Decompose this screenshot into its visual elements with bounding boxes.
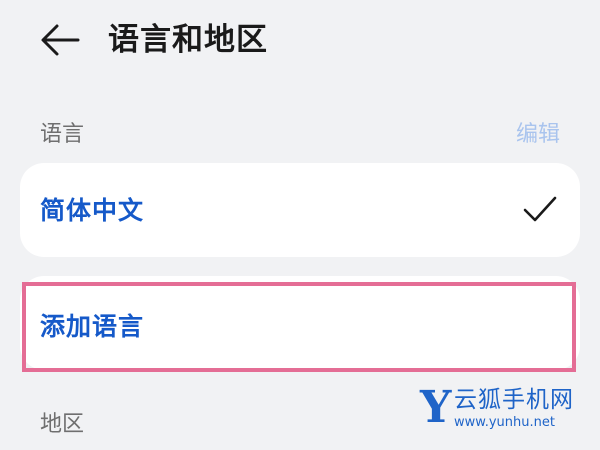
watermark-logo: Y 云狐手机网 www.yunhu.net — [420, 382, 580, 438]
edit-button[interactable]: 编辑 — [516, 120, 560, 150]
language-item-simplified-chinese[interactable]: 简体中文 — [20, 163, 580, 257]
language-section-label: 语言 — [40, 122, 85, 147]
checkmark-icon — [523, 196, 557, 222]
watermark-url: www.yunhu.net — [454, 415, 555, 430]
watermark-letter: Y — [420, 382, 452, 433]
back-button[interactable] — [36, 20, 84, 60]
region-section-label: 地区 — [40, 412, 85, 437]
language-item-label: 简体中文 — [40, 196, 145, 225]
top-bar: 语言和地区 — [0, 0, 600, 80]
page-title: 语言和地区 — [108, 22, 268, 58]
watermark-name: 云狐手机网 — [454, 387, 574, 413]
add-language-button[interactable]: 添加语言 — [20, 276, 580, 370]
add-language-label: 添加语言 — [40, 312, 145, 341]
arrow-left-icon — [41, 24, 80, 56]
